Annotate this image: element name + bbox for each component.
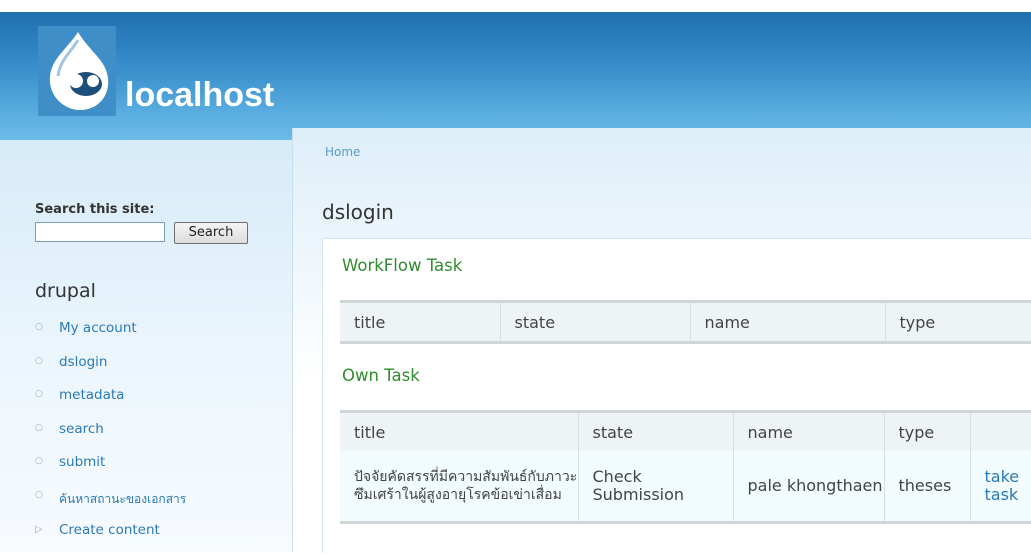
sidebar-item-label[interactable]: Create content [59,522,160,538]
circle-bullet-icon: ○ [35,355,43,366]
cell-state: Check Submission [578,451,734,523]
sidebar: Search this site: Search drupal ○ My acc… [0,140,292,552]
sidebar-item-label[interactable]: submit [59,454,105,470]
circle-bullet-icon: ○ [35,456,43,467]
circle-bullet-icon: ○ [35,322,43,332]
site-header: localhost [0,12,1031,140]
table-header-row: title state name type [340,301,1031,343]
sidebar-item-my-account[interactable]: ○ My account [35,320,186,354]
own-task-table: title state name type ปัจจัยคัดสรรที่มีค… [340,410,1031,524]
navigation-menu: ○ My account ○ dslogin ○ metadata ○ sear… [35,320,186,555]
search-input[interactable] [35,222,165,242]
site-name[interactable]: localhost [125,76,274,115]
circle-bullet-icon: ○ [35,489,43,500]
workflow-task-table: title state name type [340,300,1031,344]
sidebar-item-dslogin[interactable]: ○ dslogin [35,354,186,388]
collapsed-triangle-icon: ▷ [35,523,43,535]
workflow-task-title: WorkFlow Task [342,256,463,275]
breadcrumb-home[interactable]: Home [325,145,360,159]
sidebar-item-document-status[interactable]: ○ ค้นหาสถานะของเอกสาร [35,488,186,522]
search-label: Search this site: [35,202,155,217]
column-header-name: name [733,411,885,451]
sidebar-item-label[interactable]: ค้นหาสถานะของเอกสาร [59,488,186,509]
sidebar-item-label[interactable]: My account [59,320,137,336]
navigation-block-title: drupal [35,280,96,302]
own-task-title: Own Task [342,366,420,385]
search-button[interactable]: Search [174,222,248,244]
column-header-title: title [340,411,579,451]
table-header-row: title state name type [340,411,1031,451]
column-header-type: type [885,301,1031,343]
cell-type: theses [884,451,971,523]
column-header-action [970,411,1031,451]
sidebar-item-label[interactable]: search [59,421,104,437]
sidebar-item-metadata[interactable]: ○ metadata [35,387,186,421]
circle-bullet-icon: ○ [35,422,43,433]
column-header-state: state [578,411,734,451]
column-header-type: type [884,411,971,451]
sidebar-item-submit[interactable]: ○ submit [35,454,186,488]
sidebar-item-label[interactable]: metadata [59,387,124,403]
circle-bullet-icon: ○ [35,389,43,400]
cell-name: pale khongthaen [733,451,885,523]
sidebar-item-search[interactable]: ○ search [35,421,186,455]
column-header-state: state [500,301,691,343]
sidebar-item-label[interactable]: dslogin [59,354,108,370]
column-header-title: title [340,301,501,343]
page-title: dslogin [322,200,394,224]
take-task-link[interactable]: take task [970,451,1031,523]
cell-title: ปัจจัยคัดสรรที่มีความสัมพันธ์กับภาวะซึมเ… [340,451,579,523]
top-strip [0,0,1031,12]
drupal-logo-icon[interactable] [38,26,116,116]
sidebar-item-create-content[interactable]: ▷ Create content [35,522,186,555]
column-header-name: name [690,301,886,343]
table-row: ปัจจัยคัดสรรที่มีความสัมพันธ์กับภาวะซึมเ… [340,451,1031,523]
